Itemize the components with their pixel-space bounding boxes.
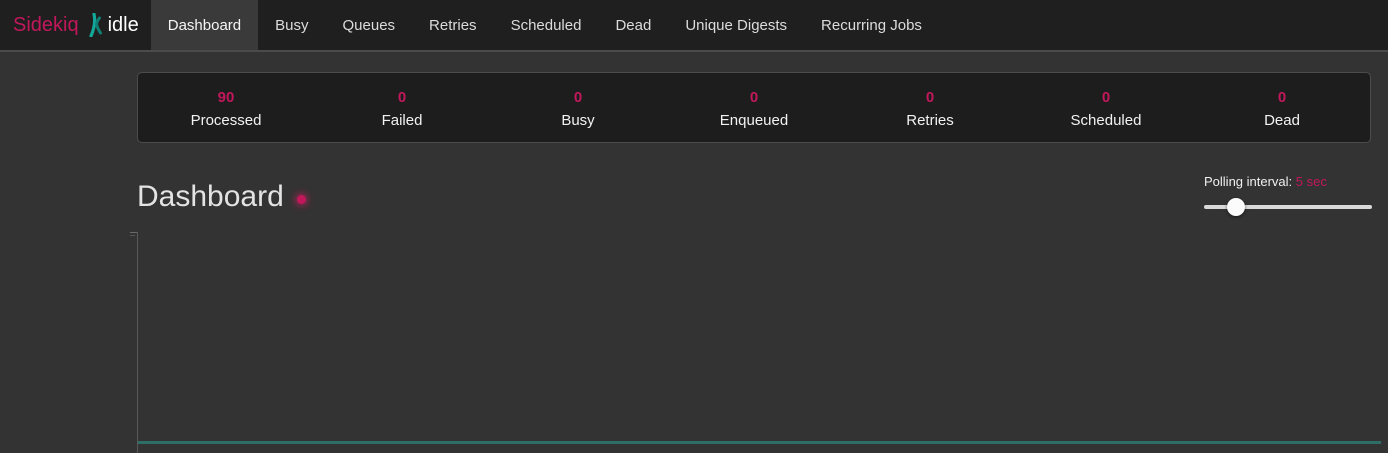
nav-item-recurring-jobs[interactable]: Recurring Jobs	[804, 0, 939, 50]
brand: Sidekiq idle	[0, 0, 139, 50]
stat-scheduled-label: Scheduled	[1018, 112, 1194, 129]
nav-item-dead[interactable]: Dead	[598, 0, 668, 50]
stat-retries: 0 Retries	[842, 73, 1018, 142]
nav-item-unique-digests[interactable]: Unique Digests	[668, 0, 804, 50]
realtime-chart	[137, 232, 1381, 453]
brand-name: Sidekiq	[13, 14, 79, 37]
page-title: Dashboard	[137, 180, 306, 214]
polling-interval: Polling interval: 5 sec	[1204, 174, 1372, 216]
stat-dead-value: 0	[1194, 89, 1370, 106]
stat-processed-value: 90	[138, 89, 314, 106]
nav-item-retries[interactable]: Retries	[412, 0, 494, 50]
nav-item-dashboard[interactable]: Dashboard	[151, 0, 258, 50]
stat-processed-label: Processed	[138, 112, 314, 129]
polling-interval-label: Polling interval: 5 sec	[1204, 174, 1372, 189]
nav-item-busy[interactable]: Busy	[258, 0, 325, 50]
page-title-text: Dashboard	[137, 180, 284, 214]
stat-scheduled: 0 Scheduled	[1018, 73, 1194, 142]
stat-dead: 0 Dead	[1194, 73, 1370, 142]
stat-retries-label: Retries	[842, 112, 1018, 129]
sidekiq-logo-icon	[87, 13, 103, 37]
slider-thumb[interactable]	[1227, 198, 1245, 216]
stat-failed-label: Failed	[314, 112, 490, 129]
status-text: idle	[108, 14, 139, 37]
chart-axis-tick	[130, 232, 137, 233]
stat-enqueued-value: 0	[666, 89, 842, 106]
nav-menu: Dashboard Busy Queues Retries Scheduled …	[151, 0, 939, 50]
stat-failed: 0 Failed	[314, 73, 490, 142]
stat-dead-label: Dead	[1194, 112, 1370, 129]
stat-busy-value: 0	[490, 89, 666, 106]
polling-interval-slider[interactable]	[1204, 198, 1372, 216]
stat-processed: 90 Processed	[138, 73, 314, 142]
stat-busy: 0 Busy	[490, 73, 666, 142]
stat-enqueued-label: Enqueued	[666, 112, 842, 129]
top-navbar: Sidekiq idle Dashboard Busy Queues Retri…	[0, 0, 1388, 52]
stat-enqueued: 0 Enqueued	[666, 73, 842, 142]
polling-interval-value: 5 sec	[1296, 174, 1327, 189]
summary-bar: 90 Processed 0 Failed 0 Busy 0 Enqueued …	[137, 72, 1371, 143]
live-beacon-icon	[297, 195, 306, 204]
stat-failed-value: 0	[314, 89, 490, 106]
stat-retries-value: 0	[842, 89, 1018, 106]
nav-item-scheduled[interactable]: Scheduled	[494, 0, 599, 50]
stat-scheduled-value: 0	[1018, 89, 1194, 106]
chart-axis-tick	[130, 235, 135, 236]
nav-item-queues[interactable]: Queues	[326, 0, 413, 50]
chart-line	[138, 441, 1381, 444]
stat-busy-label: Busy	[490, 112, 666, 129]
